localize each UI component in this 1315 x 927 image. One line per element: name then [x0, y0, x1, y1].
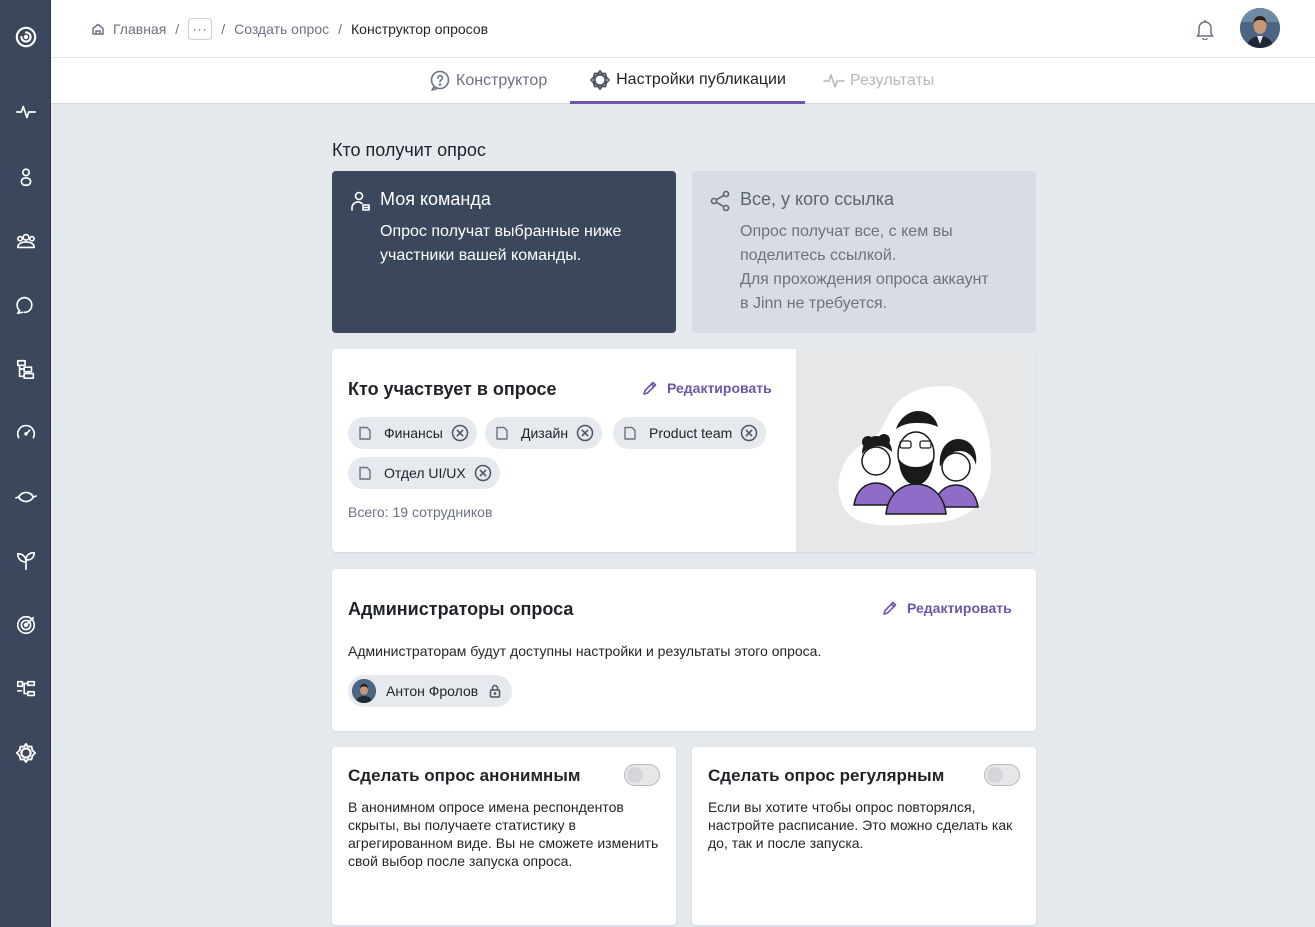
regular-card: Сделать опрос регулярным Если вы хотите … — [692, 747, 1036, 925]
sprout-icon[interactable] — [13, 548, 39, 574]
breadcrumb-home[interactable]: Главная — [113, 21, 166, 37]
remove-chip-icon[interactable] — [451, 424, 469, 442]
edit-label: Редактировать — [667, 380, 772, 396]
anonymous-card: Сделать опрос анонимным В анонимном опро… — [332, 747, 676, 925]
toggle-knob — [987, 767, 1003, 783]
folder-icon — [623, 425, 639, 441]
tabs-bar: Конструктор Настройки публикации Результ… — [51, 58, 1315, 104]
team-icon[interactable] — [13, 228, 39, 254]
recipient-option-link[interactable]: Все, у кого ссылка Опрос получат все, с … — [692, 171, 1036, 333]
remove-chip-icon[interactable] — [474, 464, 492, 482]
participant-chip: Дизайн — [485, 417, 603, 449]
remove-chip-icon[interactable] — [576, 424, 594, 442]
question-bubble-icon — [430, 70, 450, 91]
team-member-icon — [348, 189, 372, 213]
sync-icon[interactable] — [13, 484, 39, 510]
admin-chip: Антон Фролов — [348, 675, 513, 707]
breadcrumb-separator: / — [338, 21, 343, 37]
notifications-bell-icon[interactable] — [1194, 18, 1216, 41]
gear-icon — [590, 69, 611, 90]
participants-total: Всего: 19 сотрудников — [348, 504, 493, 520]
pencil-icon — [883, 601, 897, 615]
admins-title: Администраторы опроса — [348, 599, 574, 619]
participants-title: Кто участвует в опросе — [348, 379, 557, 399]
admins-description: Администраторам будут доступны настройки… — [348, 643, 822, 659]
participants-edit-button[interactable]: Редактировать — [642, 380, 772, 396]
workflow-icon[interactable] — [13, 676, 39, 702]
chip-label: Финансы — [384, 425, 443, 441]
recipient-option-desc: Опрос получат все, с кем вы поделитесь с… — [740, 223, 989, 312]
anonymous-title: Сделать опрос анонимным — [348, 766, 581, 785]
participant-chip: Отдел UI/UX — [348, 457, 500, 489]
folder-icon — [358, 465, 374, 481]
avatar — [352, 679, 376, 703]
folder-icon — [358, 425, 374, 441]
regular-description: Если вы хотите чтобы опрос повторялся, н… — [708, 799, 1013, 851]
tab-results-label: Результаты — [850, 72, 935, 89]
admins-card: Администраторы опроса Редактировать Адми… — [332, 569, 1036, 731]
team-illustration — [796, 349, 1036, 552]
participant-chip: Product team — [613, 417, 767, 449]
breadcrumb-separator: / — [175, 21, 180, 37]
chat-icon[interactable] — [13, 292, 39, 318]
tab-results[interactable]: Результаты — [823, 58, 934, 104]
pulse-icon[interactable] — [13, 99, 39, 125]
breadcrumb-current: Конструктор опросов — [351, 21, 489, 37]
toggle-knob — [627, 767, 643, 783]
lock-icon — [488, 684, 502, 698]
anonymous-description: В анонимном опросе имена респондентов ск… — [348, 799, 659, 869]
breadcrumb: Главная / ··· / Создать опрос / Конструк… — [91, 17, 488, 41]
tab-constructor-label: Конструктор — [456, 72, 548, 89]
chip-label: Отдел UI/UX — [384, 465, 466, 481]
recipients-section-title: Кто получит опрос — [332, 140, 486, 160]
admins-edit-button[interactable]: Редактировать — [882, 600, 1012, 616]
remove-chip-icon[interactable] — [740, 424, 758, 442]
participants-card: Кто участвует в опросе Редактировать Фин… — [332, 349, 1036, 552]
settings-icon[interactable] — [13, 740, 39, 766]
admin-name: Антон Фролов — [386, 683, 479, 699]
breadcrumb-create-survey[interactable]: Создать опрос — [234, 21, 329, 37]
recipient-option-title: Моя команда — [380, 189, 491, 209]
recipient-option-title: Все, у кого ссылка — [740, 189, 895, 209]
regular-toggle[interactable] — [984, 764, 1020, 786]
share-icon — [708, 189, 732, 213]
edit-label: Редактировать — [907, 600, 1012, 616]
sidebar — [0, 0, 51, 927]
pulse-icon — [823, 74, 845, 88]
regular-title: Сделать опрос регулярным — [708, 766, 945, 785]
chip-label: Дизайн — [521, 425, 569, 441]
tab-publish-label: Настройки публикации — [616, 70, 786, 88]
chip-label: Product team — [649, 425, 733, 441]
org-chart-icon[interactable] — [13, 356, 39, 382]
recipient-option-desc: Опрос получат выбранные ниже участники в… — [380, 223, 622, 264]
anonymous-toggle[interactable] — [624, 764, 660, 786]
tab-constructor[interactable]: Конструктор — [429, 58, 547, 104]
target-icon[interactable] — [13, 612, 39, 638]
breadcrumb-separator: / — [221, 21, 226, 37]
participant-chip: Финансы — [348, 417, 477, 449]
pencil-icon — [643, 381, 657, 395]
breadcrumb-more-button[interactable]: ··· — [188, 18, 213, 40]
speedometer-icon[interactable] — [13, 420, 39, 446]
home-icon[interactable] — [91, 22, 105, 36]
top-header: Главная / ··· / Создать опрос / Конструк… — [51, 0, 1315, 58]
user-avatar[interactable] — [1240, 8, 1280, 48]
folder-icon — [495, 425, 511, 441]
logo-icon[interactable] — [13, 24, 39, 50]
recipient-option-my-team[interactable]: Моя команда Опрос получат выбранные ниже… — [332, 171, 676, 333]
person-icon[interactable] — [13, 164, 39, 190]
tab-publish-settings[interactable]: Настройки публикации — [570, 58, 805, 104]
